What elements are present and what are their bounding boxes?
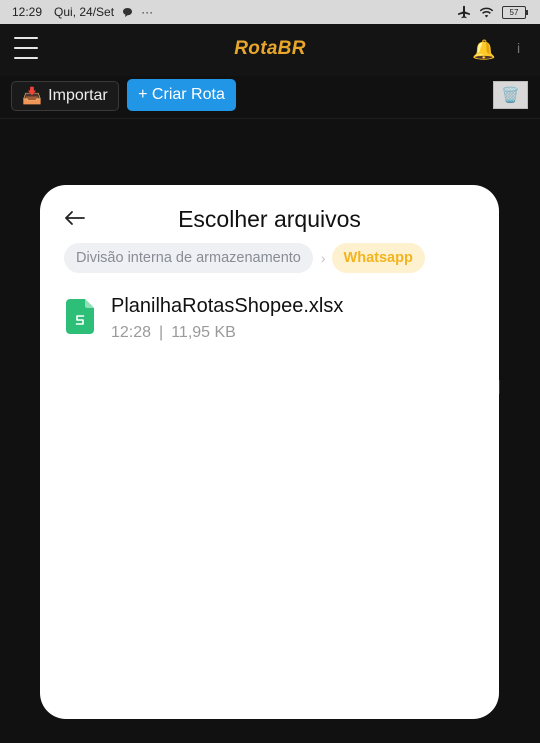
import-button[interactable]: 📥 Importar [11,81,119,111]
status-bar: 12:29 Qui, 24/Set ··· 57 [0,0,540,24]
file-meta-separator: | [159,324,164,341]
trash-button[interactable]: 🗑️ [493,81,528,109]
spreadsheet-file-icon [66,299,94,334]
app-title: RotaBR [234,38,306,59]
status-left: 12:29 Qui, 24/Set ··· [12,5,153,19]
file-chooser-dialog: Escolher arquivos Divisão interna de arm… [40,185,499,719]
dialog-title: Escolher arquivos [178,206,361,232]
status-more: ··· [141,5,154,19]
chat-bubble-icon [123,7,133,17]
info-icon[interactable]: i [517,40,520,56]
battery-indicator: 57 [502,5,528,19]
file-time: 12:28 [111,324,152,341]
status-date: Qui, 24/Set [54,5,115,19]
status-time: 12:29 [12,5,43,19]
create-route-button[interactable]: + Criar Rota [127,79,236,111]
chevron-right-icon: › [320,250,326,266]
status-right: 57 [457,5,528,19]
import-button-label: Importar [48,87,108,104]
file-meta: 12:28 | 11,95 KB [111,324,236,342]
inbox-tray-icon: 📥 [22,88,43,105]
wifi-icon [479,7,494,18]
file-list-item[interactable]: PlanilhaRotasShopee.xlsx 12:28 | 11,95 KB [66,295,476,347]
breadcrumb-whatsapp[interactable]: Whatsapp [331,243,425,273]
app-header: RotaBR 🔔 i [0,24,540,76]
toolbar: 📥 Importar + Criar Rota 🗑️ [0,76,540,119]
breadcrumb-internal-storage[interactable]: Divisão interna de armazenamento [64,243,313,273]
trash-icon: 🗑️ [501,87,520,104]
bell-icon[interactable]: 🔔 [472,38,496,62]
file-size: 11,95 KB [171,324,236,341]
breadcrumb: Divisão interna de armazenamento › Whats… [64,243,425,273]
file-name: PlanilhaRotasShopee.xlsx [111,295,344,317]
airplane-icon [458,5,470,19]
